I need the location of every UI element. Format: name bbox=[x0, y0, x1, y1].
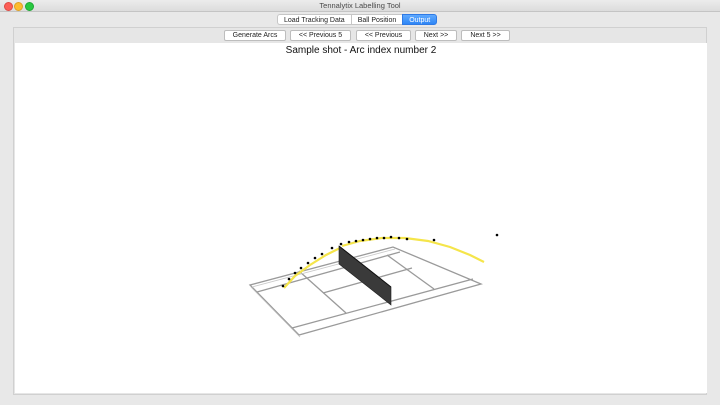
ball-point bbox=[347, 240, 351, 244]
baseline-shadow bbox=[250, 286, 301, 338]
ball-point bbox=[405, 237, 409, 241]
tennis-court-3d-plot bbox=[248, 233, 499, 338]
ball-point bbox=[281, 284, 285, 288]
ball-point bbox=[432, 238, 436, 242]
service-line-right bbox=[386, 254, 435, 290]
ball-point bbox=[330, 246, 334, 250]
ball-point bbox=[287, 277, 291, 281]
ball-point bbox=[375, 236, 379, 240]
ball-point bbox=[397, 236, 401, 240]
ball-point bbox=[306, 261, 310, 265]
ball-position-points bbox=[281, 233, 499, 288]
service-line-left bbox=[298, 270, 347, 314]
ball-point bbox=[368, 237, 372, 241]
arc-fit-after-net bbox=[341, 236, 485, 263]
ball-point bbox=[339, 242, 343, 246]
ball-point bbox=[495, 233, 499, 237]
ball-point bbox=[361, 238, 365, 242]
ball-point bbox=[313, 256, 317, 260]
ball-point bbox=[382, 236, 386, 240]
ball-point bbox=[293, 271, 297, 275]
ball-point bbox=[299, 266, 303, 270]
ball-point bbox=[320, 252, 324, 256]
ball-point bbox=[354, 239, 358, 243]
ball-point bbox=[389, 235, 393, 239]
